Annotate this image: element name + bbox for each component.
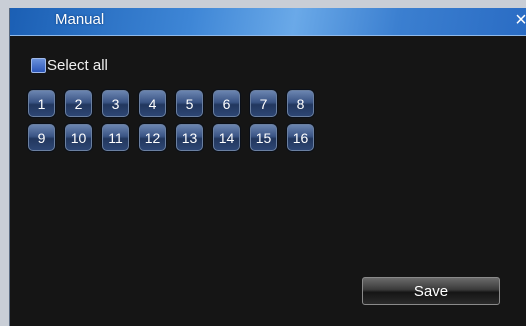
channel-row: 1 2 3 4 5 6 7 8 [28, 90, 324, 118]
channel-button-16[interactable]: 16 [287, 124, 314, 151]
channel-button-9[interactable]: 9 [28, 124, 55, 151]
select-all-checkbox[interactable]: Select all [31, 55, 108, 75]
channel-button-2[interactable]: 2 [65, 90, 92, 117]
channel-button-8[interactable]: 8 [287, 90, 314, 117]
channel-button-14[interactable]: 14 [213, 124, 240, 151]
save-button[interactable]: Save [362, 277, 500, 305]
select-all-label: Select all [47, 56, 108, 74]
channel-grid: 1 2 3 4 5 6 7 8 9 10 11 12 13 14 15 16 [28, 90, 324, 158]
checkbox-icon[interactable] [31, 57, 46, 73]
channel-button-11[interactable]: 11 [102, 124, 129, 151]
close-icon[interactable]: × [511, 9, 526, 31]
dialog-title: Manual [55, 11, 105, 28]
channel-button-7[interactable]: 7 [250, 90, 277, 117]
channel-button-6[interactable]: 6 [213, 90, 240, 117]
channel-button-13[interactable]: 13 [176, 124, 203, 151]
channel-button-1[interactable]: 1 [28, 90, 55, 117]
channel-button-4[interactable]: 4 [139, 90, 166, 117]
manual-dialog: Manual × Select all 1 2 3 4 5 6 7 8 9 10… [9, 8, 526, 326]
channel-button-3[interactable]: 3 [102, 90, 129, 117]
channel-button-5[interactable]: 5 [176, 90, 203, 117]
channel-row: 9 10 11 12 13 14 15 16 [28, 124, 324, 152]
title-bar[interactable]: Manual × [10, 8, 526, 36]
channel-button-10[interactable]: 10 [65, 124, 92, 151]
channel-button-15[interactable]: 15 [250, 124, 277, 151]
channel-button-12[interactable]: 12 [139, 124, 166, 151]
